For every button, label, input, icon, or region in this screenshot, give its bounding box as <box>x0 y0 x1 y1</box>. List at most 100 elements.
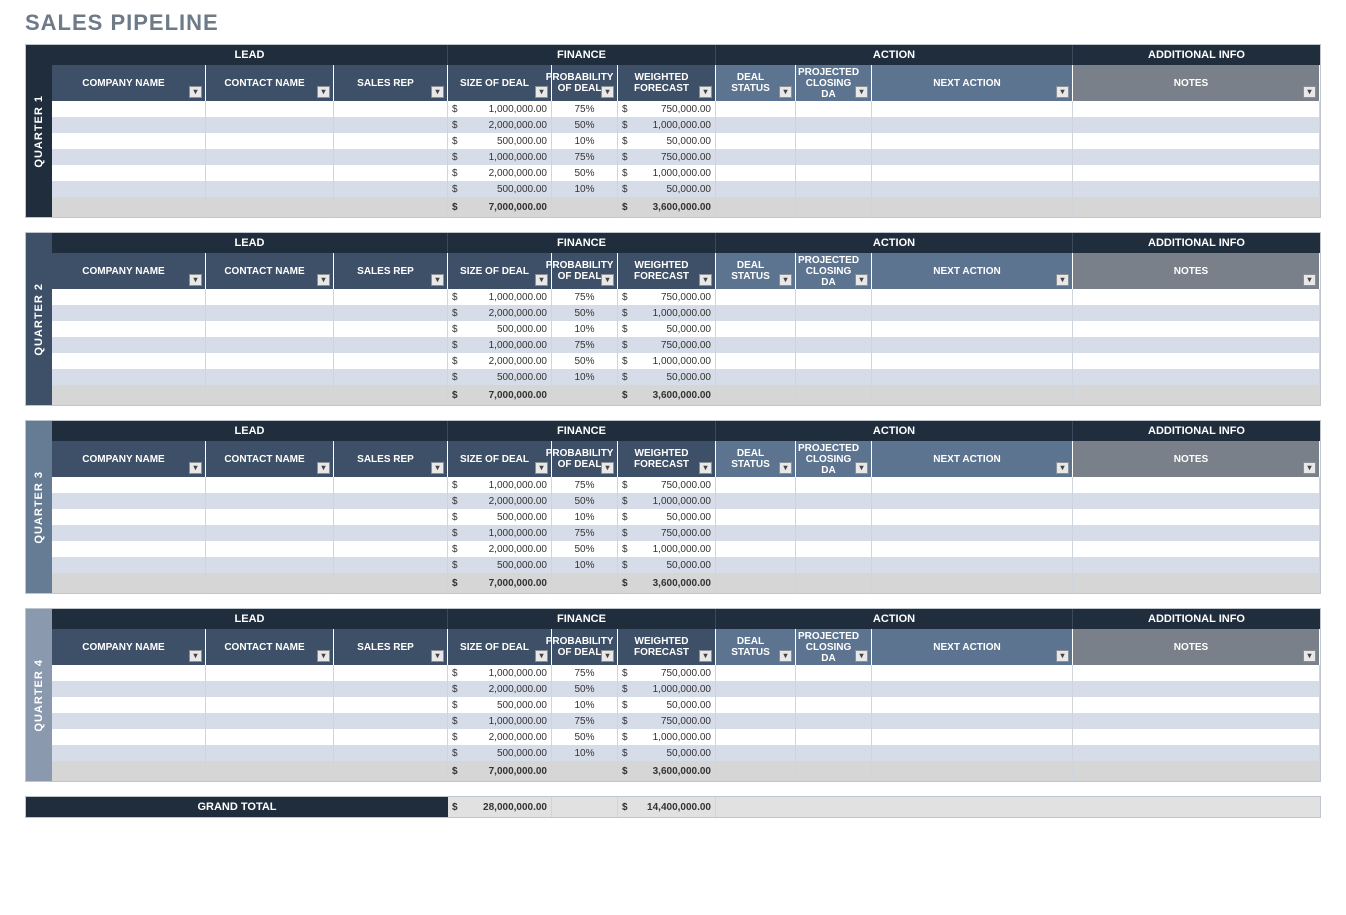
cell-blank[interactable] <box>716 541 796 557</box>
header-status[interactable]: DEAL STATUS <box>716 253 796 289</box>
cell-blank[interactable] <box>334 477 448 493</box>
cell-blank[interactable] <box>334 525 448 541</box>
cell-deal[interactable]: 1,000,000.00 <box>448 337 552 353</box>
cell-blank[interactable] <box>206 369 334 385</box>
cell-blank[interactable] <box>52 713 206 729</box>
filter-dropdown-icon[interactable] <box>601 86 614 98</box>
cell-blank[interactable] <box>872 321 1073 337</box>
cell-blank[interactable] <box>796 525 872 541</box>
header-fore[interactable]: WEIGHTED FORECAST <box>618 441 716 477</box>
table-row[interactable]: 500,000.0010%50,000.00 <box>52 181 1320 197</box>
filter-dropdown-icon[interactable] <box>317 650 330 662</box>
cell-blank[interactable] <box>206 117 334 133</box>
filter-dropdown-icon[interactable] <box>699 650 712 662</box>
cell-blank[interactable] <box>206 321 334 337</box>
cell-prob[interactable]: 75% <box>552 101 618 117</box>
cell-blank[interactable] <box>334 337 448 353</box>
filter-dropdown-icon[interactable] <box>1303 86 1316 98</box>
cell-blank[interactable] <box>1073 541 1320 557</box>
cell-fore[interactable]: 1,000,000.00 <box>618 681 716 697</box>
cell-deal[interactable]: 1,000,000.00 <box>448 101 552 117</box>
cell-deal[interactable]: 1,000,000.00 <box>448 525 552 541</box>
cell-blank[interactable] <box>716 697 796 713</box>
cell-fore[interactable]: 1,000,000.00 <box>618 305 716 321</box>
cell-blank[interactable] <box>872 305 1073 321</box>
filter-dropdown-icon[interactable] <box>189 650 202 662</box>
cell-blank[interactable] <box>796 729 872 745</box>
cell-blank[interactable] <box>334 289 448 305</box>
cell-blank[interactable] <box>1073 305 1320 321</box>
cell-blank[interactable] <box>796 713 872 729</box>
cell-deal[interactable]: 1,000,000.00 <box>448 713 552 729</box>
cell-deal[interactable]: 2,000,000.00 <box>448 541 552 557</box>
cell-blank[interactable] <box>796 181 872 197</box>
cell-blank[interactable] <box>716 101 796 117</box>
cell-prob[interactable]: 50% <box>552 117 618 133</box>
filter-dropdown-icon[interactable] <box>601 274 614 286</box>
cell-deal[interactable]: 500,000.00 <box>448 745 552 761</box>
cell-blank[interactable] <box>716 305 796 321</box>
header-next[interactable]: NEXT ACTION <box>872 253 1073 289</box>
cell-deal[interactable]: 500,000.00 <box>448 557 552 573</box>
header-close[interactable]: PROJECTED CLOSING DA <box>796 65 872 101</box>
header-contact[interactable]: CONTACT NAME <box>206 65 334 101</box>
cell-blank[interactable] <box>206 165 334 181</box>
cell-blank[interactable] <box>206 681 334 697</box>
cell-blank[interactable] <box>796 305 872 321</box>
filter-dropdown-icon[interactable] <box>601 650 614 662</box>
table-row[interactable]: 2,000,000.0050%1,000,000.00 <box>52 117 1320 133</box>
cell-blank[interactable] <box>1073 337 1320 353</box>
cell-blank[interactable] <box>1073 117 1320 133</box>
cell-deal[interactable]: 500,000.00 <box>448 369 552 385</box>
cell-blank[interactable] <box>206 493 334 509</box>
cell-blank[interactable] <box>334 181 448 197</box>
cell-blank[interactable] <box>872 165 1073 181</box>
header-deal[interactable]: SIZE OF DEAL <box>448 629 552 665</box>
cell-fore[interactable]: 750,000.00 <box>618 665 716 681</box>
table-row[interactable]: 500,000.0010%50,000.00 <box>52 321 1320 337</box>
header-notes[interactable]: NOTES <box>1073 253 1320 289</box>
cell-blank[interactable] <box>716 321 796 337</box>
cell-blank[interactable] <box>872 477 1073 493</box>
filter-dropdown-icon[interactable] <box>189 274 202 286</box>
header-close[interactable]: PROJECTED CLOSING DA <box>796 253 872 289</box>
cell-deal[interactable]: 1,000,000.00 <box>448 477 552 493</box>
header-company[interactable]: COMPANY NAME <box>52 253 206 289</box>
cell-blank[interactable] <box>334 369 448 385</box>
cell-prob[interactable]: 50% <box>552 305 618 321</box>
cell-blank[interactable] <box>334 321 448 337</box>
header-next[interactable]: NEXT ACTION <box>872 65 1073 101</box>
filter-dropdown-icon[interactable] <box>1303 462 1316 474</box>
cell-blank[interactable] <box>52 665 206 681</box>
cell-prob[interactable]: 75% <box>552 525 618 541</box>
filter-dropdown-icon[interactable] <box>699 462 712 474</box>
header-notes[interactable]: NOTES <box>1073 65 1320 101</box>
table-row[interactable]: 2,000,000.0050%1,000,000.00 <box>52 305 1320 321</box>
cell-blank[interactable] <box>334 133 448 149</box>
cell-blank[interactable] <box>1073 697 1320 713</box>
cell-fore[interactable]: 1,000,000.00 <box>618 353 716 369</box>
cell-blank[interactable] <box>1073 289 1320 305</box>
cell-blank[interactable] <box>334 557 448 573</box>
cell-blank[interactable] <box>716 745 796 761</box>
cell-blank[interactable] <box>52 149 206 165</box>
filter-dropdown-icon[interactable] <box>601 462 614 474</box>
filter-dropdown-icon[interactable] <box>779 462 792 474</box>
cell-blank[interactable] <box>1073 149 1320 165</box>
cell-blank[interactable] <box>716 665 796 681</box>
cell-fore[interactable]: 1,000,000.00 <box>618 541 716 557</box>
filter-dropdown-icon[interactable] <box>855 650 868 662</box>
cell-blank[interactable] <box>52 181 206 197</box>
table-row[interactable]: 2,000,000.0050%1,000,000.00 <box>52 541 1320 557</box>
table-row[interactable]: 1,000,000.0075%750,000.00 <box>52 149 1320 165</box>
filter-dropdown-icon[interactable] <box>855 462 868 474</box>
cell-deal[interactable]: 2,000,000.00 <box>448 729 552 745</box>
cell-blank[interactable] <box>52 369 206 385</box>
cell-blank[interactable] <box>716 181 796 197</box>
cell-prob[interactable]: 10% <box>552 509 618 525</box>
cell-blank[interactable] <box>716 493 796 509</box>
cell-blank[interactable] <box>872 713 1073 729</box>
filter-dropdown-icon[interactable] <box>317 86 330 98</box>
cell-blank[interactable] <box>206 101 334 117</box>
cell-blank[interactable] <box>206 509 334 525</box>
